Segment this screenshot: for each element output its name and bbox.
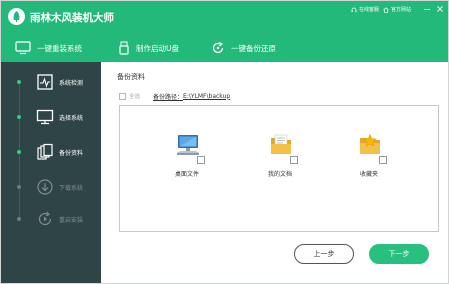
file-name: 桌面文件	[174, 171, 199, 178]
section-title: 备份资料	[117, 73, 145, 81]
backup-item-favorites[interactable]: 收藏夹	[339, 132, 399, 192]
file-name: 我的文档	[267, 171, 292, 178]
step-label: 下载系统	[59, 185, 84, 192]
step-dot	[17, 217, 21, 221]
app-title: 雨林木风装机大师	[30, 12, 114, 24]
step-restart-install: 重启安装	[1, 209, 101, 229]
app-window: 雨林木风装机大师 在线客服 官方网站 一键重装系统 制作启动U盘 一键备份还原 …	[0, 0, 449, 284]
main-content: 备份资料 全选 备份路径： E:\YLMF\backup 桌面文件 我的文档 收…	[101, 62, 448, 283]
home-icon	[383, 6, 389, 13]
backup-path-label[interactable]: 备份路径：	[153, 92, 183, 101]
backup-item-desktop[interactable]: 桌面文件	[157, 132, 217, 192]
headset-icon	[351, 7, 357, 12]
desktop-checkbox[interactable]	[197, 156, 205, 164]
backup-path-value[interactable]: E:\YLMF\backup	[183, 93, 230, 100]
app-logo-icon	[8, 8, 25, 25]
backup-restore-icon	[212, 41, 224, 54]
step-system-check: 系统检测	[1, 72, 101, 92]
tab-label: 一键备份还原	[231, 43, 276, 53]
step-select-system: 选择系统	[1, 107, 101, 127]
title-bar: 雨林木风装机大师 在线客服 官方网站	[1, 1, 448, 34]
file-name: 收藏夹	[359, 171, 378, 178]
steps-sidebar: 系统检测 选择系统 备份资料 下载系统 重启安装	[1, 62, 101, 283]
favorites-checkbox[interactable]	[379, 156, 387, 164]
backup-item-documents[interactable]: 我的文档	[250, 132, 310, 192]
usb-drive-icon	[119, 41, 129, 55]
step-dot	[17, 185, 21, 189]
minimize-icon	[424, 9, 430, 10]
favorites-folder-icon	[357, 132, 383, 158]
online-service-link[interactable]: 在线客服	[351, 6, 379, 13]
step-download-system: 下载系统	[1, 177, 101, 197]
step-dot	[17, 80, 21, 84]
step-label: 选择系统	[59, 115, 84, 122]
close-icon	[437, 6, 443, 12]
previous-step-button[interactable]: 上一步	[294, 244, 354, 264]
close-button[interactable]	[435, 4, 445, 14]
step-dot	[17, 150, 21, 154]
restart-icon	[36, 210, 54, 228]
step-dot	[17, 115, 21, 119]
desktop-computer-icon	[175, 132, 201, 158]
monitor-icon	[36, 108, 54, 126]
online-service-label: 在线客服	[359, 7, 380, 13]
step-label: 系统检测	[59, 80, 84, 87]
tab-reinstall-system[interactable]: 一键重装系统	[15, 34, 82, 62]
tab-make-usb[interactable]: 制作启动U盘	[118, 34, 179, 62]
documents-folder-icon	[268, 132, 294, 158]
next-step-button[interactable]: 下一步	[369, 244, 429, 264]
select-all-label[interactable]: 全选	[129, 92, 140, 100]
backup-path-row: 全选 备份路径： E:\YLMF\backup	[119, 91, 230, 101]
tab-label: 一键重装系统	[37, 43, 82, 53]
official-site-label: 官方网站	[391, 7, 412, 13]
select-all-checkbox[interactable]	[119, 92, 126, 100]
copy-files-icon	[36, 143, 54, 161]
official-site-link[interactable]: 官方网站	[383, 6, 411, 13]
documents-checkbox[interactable]	[290, 156, 298, 164]
tab-backup-restore[interactable]: 一键备份还原	[211, 34, 276, 62]
pulse-monitor-icon	[36, 73, 54, 91]
download-icon	[36, 178, 54, 196]
step-label: 备份资料	[59, 150, 84, 157]
minimize-button[interactable]	[422, 4, 432, 14]
step-backup-data: 备份资料	[1, 142, 101, 162]
step-label: 重启安装	[59, 217, 84, 224]
main-nav: 一键重装系统 制作启动U盘 一键备份还原	[1, 34, 448, 62]
monitor-icon	[15, 41, 31, 55]
tab-label: 制作启动U盘	[136, 43, 179, 53]
backup-items-panel: 桌面文件 我的文档 收藏夹	[119, 105, 439, 232]
